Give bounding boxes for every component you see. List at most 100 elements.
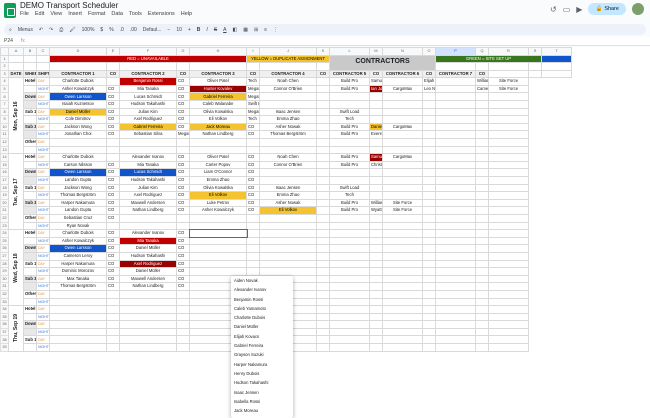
assignment-cell[interactable] xyxy=(488,183,529,193)
company-cell[interactable]: CO xyxy=(246,122,260,132)
assignment-cell[interactable]: Eli Volkov xyxy=(259,206,317,215)
company-cell[interactable] xyxy=(369,289,383,299)
company-cell[interactable] xyxy=(176,138,190,147)
row-header[interactable]: 37 xyxy=(0,327,9,337)
cell[interactable] xyxy=(106,62,120,71)
company-cell[interactable]: CO xyxy=(176,100,190,109)
company-cell[interactable] xyxy=(106,153,120,162)
company-cell[interactable] xyxy=(316,130,330,140)
company-cell[interactable]: Everett Yamaguchi xyxy=(369,130,383,140)
assignment-cell[interactable]: Dominic Morozov xyxy=(49,267,107,276)
company-cell[interactable] xyxy=(246,145,260,155)
assignment-cell[interactable] xyxy=(382,115,423,124)
row-header[interactable]: 5 xyxy=(0,84,9,94)
company-cell[interactable] xyxy=(369,229,383,238)
company-cell[interactable] xyxy=(106,305,120,314)
assignment-cell[interactable]: Alexander Ivanov xyxy=(119,229,177,238)
assignment-cell[interactable]: Landon Gupta xyxy=(49,176,107,185)
assignment-cell[interactable] xyxy=(382,327,423,337)
assignment-cell[interactable] xyxy=(329,305,370,314)
company-cell[interactable]: CO xyxy=(246,153,260,162)
company-cell[interactable] xyxy=(369,282,383,291)
company-cell[interactable] xyxy=(316,267,330,276)
assignment-cell[interactable]: Build Pro xyxy=(329,206,370,215)
dropdown-option[interactable]: Benjamin Rossi xyxy=(231,295,293,304)
assignment-cell[interactable] xyxy=(119,305,177,314)
assignment-cell[interactable] xyxy=(435,335,476,345)
row-header[interactable]: 9 xyxy=(0,115,9,124)
assignment-cell[interactable] xyxy=(329,138,370,147)
company-cell[interactable]: CO xyxy=(106,191,120,200)
where-cell[interactable]: Sub 1 xyxy=(23,335,37,345)
company-cell[interactable] xyxy=(316,122,330,132)
assignment-cell[interactable] xyxy=(488,160,529,170)
assignment-cell[interactable] xyxy=(382,77,423,86)
company-cell[interactable] xyxy=(369,191,383,200)
column-header[interactable]: R xyxy=(488,47,529,56)
assignment-cell[interactable]: Asher Kowalczyk xyxy=(189,206,247,215)
assignment-cell[interactable] xyxy=(49,138,107,147)
company-cell[interactable] xyxy=(369,107,383,117)
company-cell[interactable] xyxy=(369,305,383,314)
assignment-cell[interactable]: Owen Larsson xyxy=(49,168,107,177)
assignment-cell[interactable] xyxy=(488,138,529,147)
assignment-cell[interactable]: Hunter Kovalev xyxy=(189,84,247,94)
column-header[interactable]: S xyxy=(528,47,542,56)
cell[interactable] xyxy=(23,62,37,71)
dropdown-option[interactable]: Alexander Ivanov xyxy=(231,285,293,294)
assignment-cell[interactable] xyxy=(259,213,317,223)
column-header[interactable]: C xyxy=(36,47,50,56)
company-cell[interactable] xyxy=(475,206,489,215)
company-cell[interactable]: CO xyxy=(106,206,120,215)
assignment-cell[interactable] xyxy=(259,267,317,276)
company-cell[interactable]: CO xyxy=(176,282,190,291)
menu-tools[interactable]: Tools xyxy=(129,11,142,17)
assignment-cell[interactable] xyxy=(49,312,107,322)
assignment-cell[interactable] xyxy=(119,145,177,155)
cell[interactable] xyxy=(316,62,330,71)
company-cell[interactable] xyxy=(316,160,330,170)
assignment-cell[interactable] xyxy=(382,145,423,155)
row-header[interactable]: 3 xyxy=(0,69,9,79)
more-icon[interactable]: ⋮ xyxy=(273,27,278,33)
company-cell[interactable] xyxy=(422,335,436,345)
assignment-cell[interactable]: Gabriel Ferreira xyxy=(189,92,247,102)
where-cell[interactable]: Sub 3 xyxy=(23,274,37,284)
company-cell[interactable]: CO xyxy=(176,229,190,238)
assignment-cell[interactable] xyxy=(49,320,107,329)
company-cell[interactable] xyxy=(176,289,190,299)
cell[interactable] xyxy=(119,62,177,71)
assignment-cell[interactable]: Nathan Lindberg xyxy=(119,282,177,291)
italic-icon[interactable]: I xyxy=(206,27,207,33)
assignment-cell[interactable]: Caleb Walanabe xyxy=(189,100,247,109)
assignment-cell[interactable]: Cameron Leroy xyxy=(49,251,107,261)
assignment-cell[interactable]: Asher Kowalczyk xyxy=(49,84,107,94)
company-cell[interactable] xyxy=(106,289,120,299)
column-header[interactable]: O xyxy=(422,47,436,56)
column-header[interactable] xyxy=(0,47,9,56)
assignment-cell[interactable] xyxy=(119,138,177,147)
assignment-cell[interactable]: Olivia Kowalska xyxy=(189,183,247,193)
assignment-cell[interactable]: Eli Volkov xyxy=(189,115,247,124)
company-cell[interactable]: CO xyxy=(176,183,190,193)
company-cell[interactable] xyxy=(316,84,330,94)
company-cell[interactable] xyxy=(369,221,383,231)
assignment-cell[interactable] xyxy=(435,229,476,238)
cell[interactable] xyxy=(36,54,50,64)
dropdown-option[interactable]: Isaac Jensen xyxy=(231,388,293,397)
assignment-cell[interactable] xyxy=(488,206,529,215)
company-cell[interactable] xyxy=(316,115,330,124)
assignment-cell[interactable]: Swift Load xyxy=(329,107,370,117)
menus-search[interactable]: Menus xyxy=(18,27,33,33)
company-cell[interactable] xyxy=(475,236,489,246)
column-header[interactable]: Q xyxy=(475,47,489,56)
company-cell[interactable] xyxy=(316,198,330,208)
company-cell[interactable]: Leo Nakamura xyxy=(422,84,436,94)
assignment-cell[interactable] xyxy=(488,320,529,329)
company-cell[interactable] xyxy=(106,221,120,231)
assignment-cell[interactable]: Build Pro xyxy=(329,160,370,170)
where-cell[interactable]: Other xyxy=(23,138,37,147)
company-cell[interactable] xyxy=(475,335,489,345)
assignment-cell[interactable] xyxy=(189,138,247,147)
company-cell[interactable]: CO xyxy=(176,236,190,246)
